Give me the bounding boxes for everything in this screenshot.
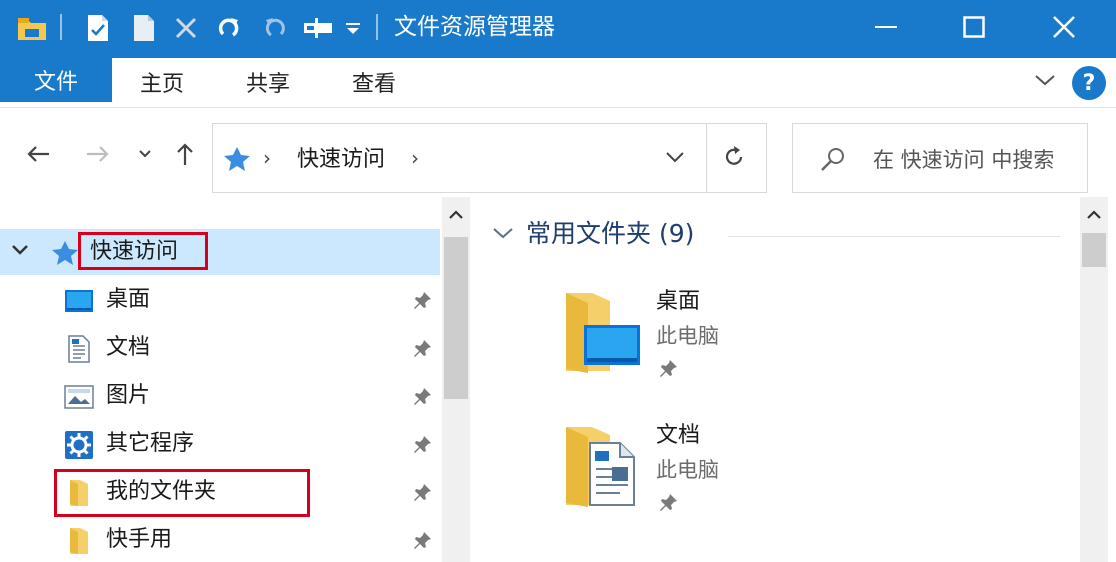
toolbar-separator: [376, 14, 378, 40]
undo-icon[interactable]: [256, 9, 290, 47]
toolbar-separator: [60, 14, 62, 40]
delete-icon[interactable]: [170, 9, 202, 47]
document-icon: [64, 334, 94, 364]
pin-icon: [658, 493, 678, 517]
customize-dropdown-icon[interactable]: [342, 9, 364, 47]
nav-item-quick-access[interactable]: 快速访问: [0, 229, 440, 275]
star-icon: [223, 146, 251, 176]
star-icon: [50, 238, 80, 268]
window-title: 文件资源管理器: [394, 14, 555, 40]
highlight-box: [54, 469, 310, 517]
minimize-button[interactable]: [856, 4, 916, 50]
title-bar: 文件资源管理器: [0, 0, 1116, 58]
pin-icon[interactable]: [412, 387, 432, 411]
new-document-icon[interactable]: [128, 9, 160, 47]
forward-button[interactable]: [82, 139, 114, 169]
folder-location: 此电脑: [656, 458, 719, 482]
highlight-box: [78, 232, 208, 270]
nav-item-other-programs[interactable]: 其它程序: [0, 421, 440, 467]
navigation-bar: › 快速访问 › 在 快速访问 中搜索: [0, 109, 1116, 197]
pin-icon: [658, 359, 678, 383]
nav-item-label: 文档: [106, 335, 151, 360]
documents-folder-icon: [562, 423, 648, 509]
address-path[interactable]: 快速访问: [297, 141, 385, 173]
group-divider: [728, 236, 1060, 237]
scrollbar-thumb[interactable]: [1082, 233, 1106, 267]
group-header[interactable]: 常用文件夹 (9): [526, 217, 694, 251]
pin-icon[interactable]: [412, 291, 432, 315]
tab-view[interactable]: 查看: [352, 58, 396, 106]
nav-item-label: 桌面: [106, 287, 151, 312]
nav-item-kuaishou[interactable]: 快手用: [0, 517, 440, 562]
content-pane: 常用文件夹 (9) 桌面 此电脑 文档 此电脑: [470, 197, 1078, 562]
recent-locations-chevron-icon[interactable]: [134, 139, 156, 169]
desktop-icon: [64, 286, 94, 316]
pin-icon[interactable]: [412, 531, 432, 555]
navigation-pane: 快速访问 桌面 文档 图片 其它程序 我的文件夹 快手用: [0, 197, 442, 562]
ribbon-expand-chevron-icon[interactable]: [1034, 72, 1056, 91]
search-icon: [819, 146, 847, 178]
close-button[interactable]: [1034, 4, 1094, 50]
scroll-up-arrow-icon[interactable]: [442, 201, 470, 229]
gear-icon: [64, 430, 94, 460]
help-button[interactable]: ?: [1072, 66, 1106, 100]
address-dropdown-chevron-icon[interactable]: [665, 148, 685, 167]
refresh-button[interactable]: [721, 144, 747, 174]
pictures-icon: [64, 382, 94, 412]
address-divider: [706, 124, 707, 192]
nav-item-my-folder[interactable]: 我的文件夹: [0, 469, 440, 517]
folder-name: 桌面: [656, 289, 701, 314]
nav-item-label: 快手用: [106, 527, 173, 552]
ribbon-tabs: 文件 主页 共享 查看 ?: [0, 58, 1116, 108]
address-separator[interactable]: ›: [411, 146, 419, 170]
address-bar[interactable]: › 快速访问 ›: [212, 123, 767, 193]
navigation-pane-scrollbar[interactable]: [442, 197, 470, 562]
rename-icon[interactable]: [300, 9, 336, 47]
redo-icon[interactable]: [214, 9, 248, 47]
expand-chevron-icon[interactable]: [10, 242, 30, 262]
folder-location: 此电脑: [656, 324, 719, 348]
folder-icon[interactable]: [14, 9, 50, 47]
address-separator[interactable]: ›: [263, 146, 271, 170]
nav-item-pictures[interactable]: 图片: [0, 373, 440, 419]
group-collapse-chevron-icon[interactable]: [492, 225, 514, 244]
tab-share[interactable]: 共享: [246, 58, 290, 106]
nav-item-label: 其它程序: [106, 431, 195, 456]
pin-icon[interactable]: [412, 483, 432, 507]
search-box[interactable]: 在 快速访问 中搜索: [792, 123, 1088, 193]
maximize-button[interactable]: [944, 4, 1004, 50]
tab-file[interactable]: 文件: [0, 58, 112, 102]
back-button[interactable]: [22, 139, 54, 169]
folder-tile-documents[interactable]: 文档 此电脑: [562, 423, 1042, 543]
tab-home[interactable]: 主页: [140, 58, 184, 106]
up-button[interactable]: [170, 139, 200, 169]
folder-tile-desktop[interactable]: 桌面 此电脑: [562, 289, 1042, 409]
pin-icon[interactable]: [412, 339, 432, 363]
folder-icon: [64, 526, 94, 556]
nav-item-desktop[interactable]: 桌面: [0, 277, 440, 323]
pin-icon[interactable]: [412, 435, 432, 459]
scroll-up-arrow-icon[interactable]: [1080, 201, 1108, 229]
content-scrollbar[interactable]: [1080, 197, 1108, 562]
folder-name: 文档: [656, 423, 701, 448]
search-input[interactable]: 在 快速访问 中搜索: [873, 144, 1054, 174]
desktop-folder-icon: [562, 289, 648, 375]
scrollbar-thumb[interactable]: [444, 237, 468, 399]
nav-item-label: 图片: [106, 383, 151, 408]
properties-icon[interactable]: [82, 9, 114, 47]
nav-item-documents[interactable]: 文档: [0, 325, 440, 371]
